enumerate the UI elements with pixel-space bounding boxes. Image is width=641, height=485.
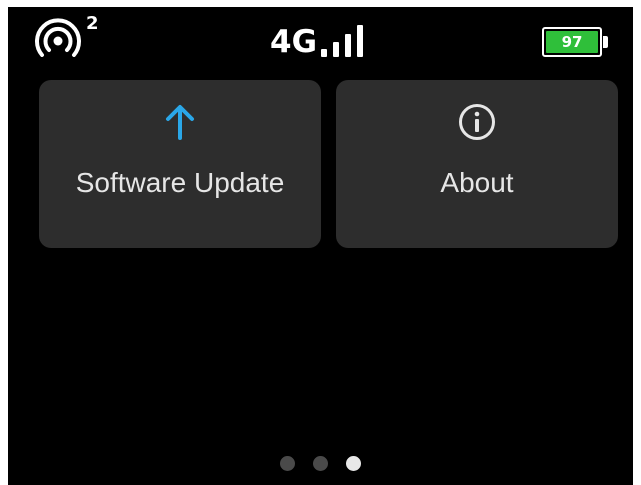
about-button[interactable]: About xyxy=(336,80,618,248)
software-update-label: Software Update xyxy=(75,167,285,198)
battery-icon: 97 xyxy=(542,27,602,57)
page-dot[interactable] xyxy=(346,456,361,471)
info-icon xyxy=(459,104,495,140)
battery-tip xyxy=(603,36,608,48)
connected-devices-count: 2 xyxy=(86,13,99,34)
network-type-label: 4G xyxy=(270,24,318,60)
page-indicator xyxy=(8,456,633,472)
battery-percent: 97 xyxy=(546,31,598,53)
network-indicator: 4G xyxy=(270,19,369,59)
signal-bars-icon xyxy=(321,25,364,57)
page-dot[interactable] xyxy=(280,456,295,471)
page-dot[interactable] xyxy=(313,456,328,471)
battery-indicator: 97 xyxy=(542,27,610,61)
arrow-up-icon xyxy=(166,105,194,140)
software-update-button[interactable]: Software Update xyxy=(39,80,321,248)
status-bar: 2 4G 97 xyxy=(8,7,633,77)
device-screen: 2 4G 97 Software Update About xyxy=(8,7,633,485)
about-label: About xyxy=(440,167,514,198)
wifi-hotspot-icon xyxy=(35,18,81,57)
